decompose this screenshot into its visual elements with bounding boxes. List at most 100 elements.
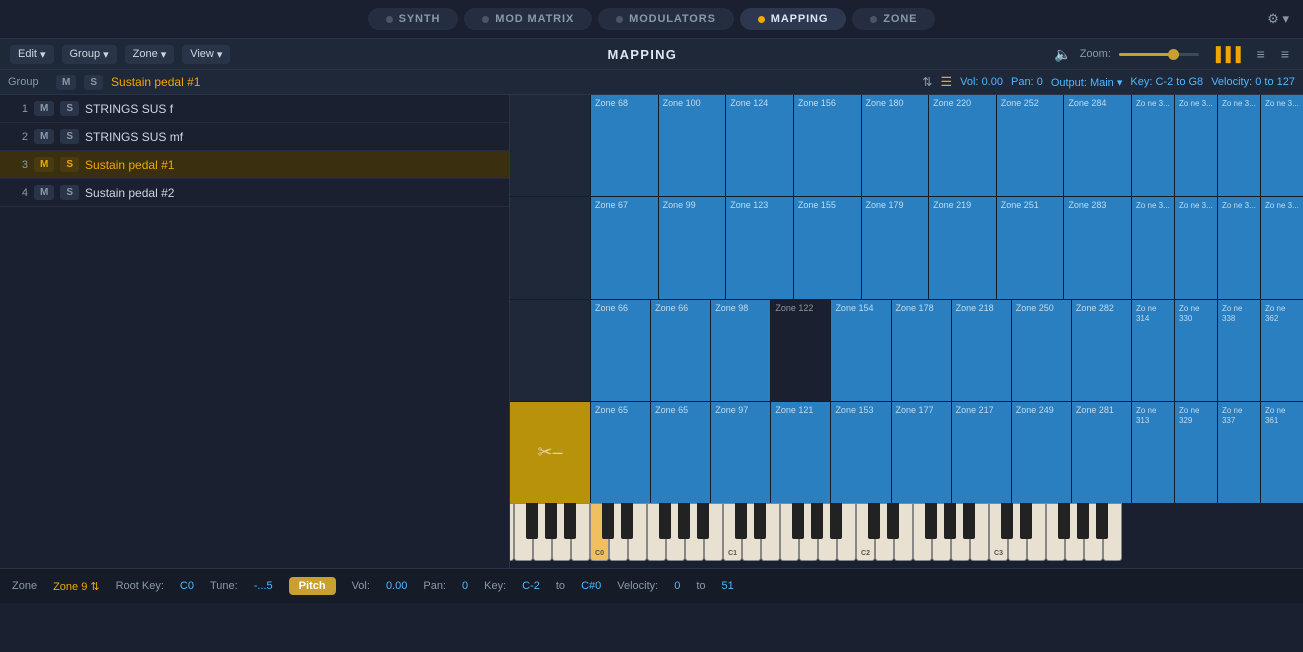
pitch-button[interactable]: Pitch [289, 577, 336, 595]
zone-r1c9[interactable]: Zo ne 3... [1132, 95, 1174, 196]
sidebar-row-3[interactable]: 3 M S Sustain pedal #1 [0, 151, 509, 179]
zone-217[interactable]: Zone 217 [952, 402, 1011, 503]
zone-220[interactable]: Zone 220 [929, 95, 996, 196]
zone-gold-selected[interactable]: ✂– [510, 402, 590, 503]
piano-key-black[interactable] [1096, 503, 1108, 539]
tab-modulators[interactable]: MODULATORS [598, 8, 734, 30]
piano-key-black[interactable] [868, 503, 880, 539]
piano-key-black[interactable] [545, 503, 557, 539]
zone-status-value[interactable]: Zone 9 ⇅ [53, 580, 100, 593]
zone-153[interactable]: Zone 153 [831, 402, 890, 503]
piano-key-black[interactable] [963, 503, 975, 539]
group-menu[interactable]: Group ▾ [62, 45, 117, 64]
piano-key-black[interactable] [925, 503, 937, 539]
solo-button[interactable]: S [84, 75, 103, 90]
zone-r3c10[interactable]: Zo ne 330 [1175, 300, 1217, 401]
zone-67[interactable]: Zone 67 [591, 197, 658, 298]
zone-68[interactable]: Zone 68 [591, 95, 658, 196]
zone-249[interactable]: Zone 249 [1012, 402, 1071, 503]
row-3-mute[interactable]: M [34, 157, 54, 172]
piano-key-black[interactable] [944, 503, 956, 539]
row-2-mute[interactable]: M [34, 129, 54, 144]
zone-66b[interactable]: Zone 66 [651, 300, 710, 401]
zone-252[interactable]: Zone 252 [997, 95, 1064, 196]
settings-button[interactable]: ⚙ ▾ [1267, 11, 1289, 27]
speaker-icon[interactable]: 🔈 [1054, 46, 1071, 63]
tab-mapping[interactable]: MAPPING [740, 8, 847, 30]
zone-65a[interactable]: Zone 65 [591, 402, 650, 503]
view-grid-icon[interactable]: ≡ [1277, 44, 1293, 64]
zone-r4c11[interactable]: Zo ne 337 [1218, 402, 1260, 503]
piano-key-black[interactable] [1077, 503, 1089, 539]
row-1-mute[interactable]: M [34, 101, 54, 116]
view-list-icon[interactable]: ≡ [1253, 44, 1269, 64]
piano-key-black[interactable] [735, 503, 747, 539]
tab-zone[interactable]: ZONE [852, 8, 935, 30]
piano-key-black[interactable] [811, 503, 823, 539]
zone-r1c11[interactable]: Zo ne 3... [1218, 95, 1260, 196]
zone-66a[interactable]: Zone 66 [591, 300, 650, 401]
zone-65b[interactable]: Zone 65 [651, 402, 710, 503]
zone-124[interactable]: Zone 124 [726, 95, 793, 196]
group-list-icon[interactable]: ☰ [940, 74, 952, 90]
edit-menu[interactable]: Edit ▾ [10, 45, 54, 64]
piano-key-black[interactable] [602, 503, 614, 539]
zone-r2c11[interactable]: Zo ne 3... [1218, 197, 1260, 298]
group-nav-arrows[interactable]: ⇅ [922, 75, 932, 89]
zone-r2c10[interactable]: Zo ne 3... [1175, 197, 1217, 298]
zone-281[interactable]: Zone 281 [1072, 402, 1131, 503]
zone-r2c9[interactable]: Zo ne 3... [1132, 197, 1174, 298]
zone-180[interactable]: Zone 180 [862, 95, 929, 196]
zone-154[interactable]: Zone 154 [831, 300, 890, 401]
piano-key-black[interactable] [887, 503, 899, 539]
piano-key-black[interactable] [678, 503, 690, 539]
zone-219[interactable]: Zone 219 [929, 197, 996, 298]
zone-r1c10[interactable]: Zo ne 3... [1175, 95, 1217, 196]
piano-key-black[interactable] [1001, 503, 1013, 539]
zone-r4c12[interactable]: Zo ne 361 [1261, 402, 1303, 503]
zone-r4c9[interactable]: Zo ne 313 [1132, 402, 1174, 503]
zone-251[interactable]: Zone 251 [997, 197, 1064, 298]
view-menu[interactable]: View ▾ [182, 45, 230, 64]
sidebar-row-4[interactable]: 4 M S Sustain pedal #2 [0, 179, 509, 207]
zone-123[interactable]: Zone 123 [726, 197, 793, 298]
zone-178[interactable]: Zone 178 [892, 300, 951, 401]
zone-97[interactable]: Zone 97 [711, 402, 770, 503]
row-3-solo[interactable]: S [60, 157, 79, 172]
zone-r3c11[interactable]: Zo ne 338 [1218, 300, 1260, 401]
zone-menu[interactable]: Zone ▾ [125, 45, 175, 64]
zone-179[interactable]: Zone 179 [862, 197, 929, 298]
zone-156[interactable]: Zone 156 [794, 95, 861, 196]
zone-218[interactable]: Zone 218 [952, 300, 1011, 401]
row-4-mute[interactable]: M [34, 185, 54, 200]
zone-250[interactable]: Zone 250 [1012, 300, 1071, 401]
sidebar-row-1[interactable]: 1 M S STRINGS SUS f [0, 95, 509, 123]
row-2-solo[interactable]: S [60, 129, 79, 144]
piano-key-black[interactable] [1020, 503, 1032, 539]
zone-155[interactable]: Zone 155 [794, 197, 861, 298]
row-4-solo[interactable]: S [60, 185, 79, 200]
zone-r2c12[interactable]: Zo ne 3... [1261, 197, 1303, 298]
mute-button[interactable]: M [56, 75, 76, 90]
piano-key-black[interactable] [754, 503, 766, 539]
zone-121[interactable]: Zone 121 [771, 402, 830, 503]
piano-key-black[interactable] [697, 503, 709, 539]
piano-key-black[interactable] [621, 503, 633, 539]
zone-r4c10[interactable]: Zo ne 329 [1175, 402, 1217, 503]
zone-r3c12[interactable]: Zo ne 362 [1261, 300, 1303, 401]
output-value[interactable]: Main [1090, 77, 1114, 89]
sidebar-row-2[interactable]: 2 M S STRINGS SUS mf [0, 123, 509, 151]
zone-99[interactable]: Zone 99 [659, 197, 726, 298]
tab-mod-matrix[interactable]: MOD MATRIX [464, 8, 592, 30]
piano-key-black[interactable] [830, 503, 842, 539]
zone-r1c12[interactable]: Zo ne 3... [1261, 95, 1303, 196]
piano-key-black[interactable] [659, 503, 671, 539]
zone-282[interactable]: Zone 282 [1072, 300, 1131, 401]
row-1-solo[interactable]: S [60, 101, 79, 116]
piano-key-black[interactable] [1058, 503, 1070, 539]
zone-283[interactable]: Zone 283 [1064, 197, 1131, 298]
zone-284[interactable]: Zone 284 [1064, 95, 1131, 196]
piano-key-black[interactable] [564, 503, 576, 539]
zone-122[interactable]: Zone 122 [771, 300, 830, 401]
zone-98[interactable]: Zone 98 [711, 300, 770, 401]
